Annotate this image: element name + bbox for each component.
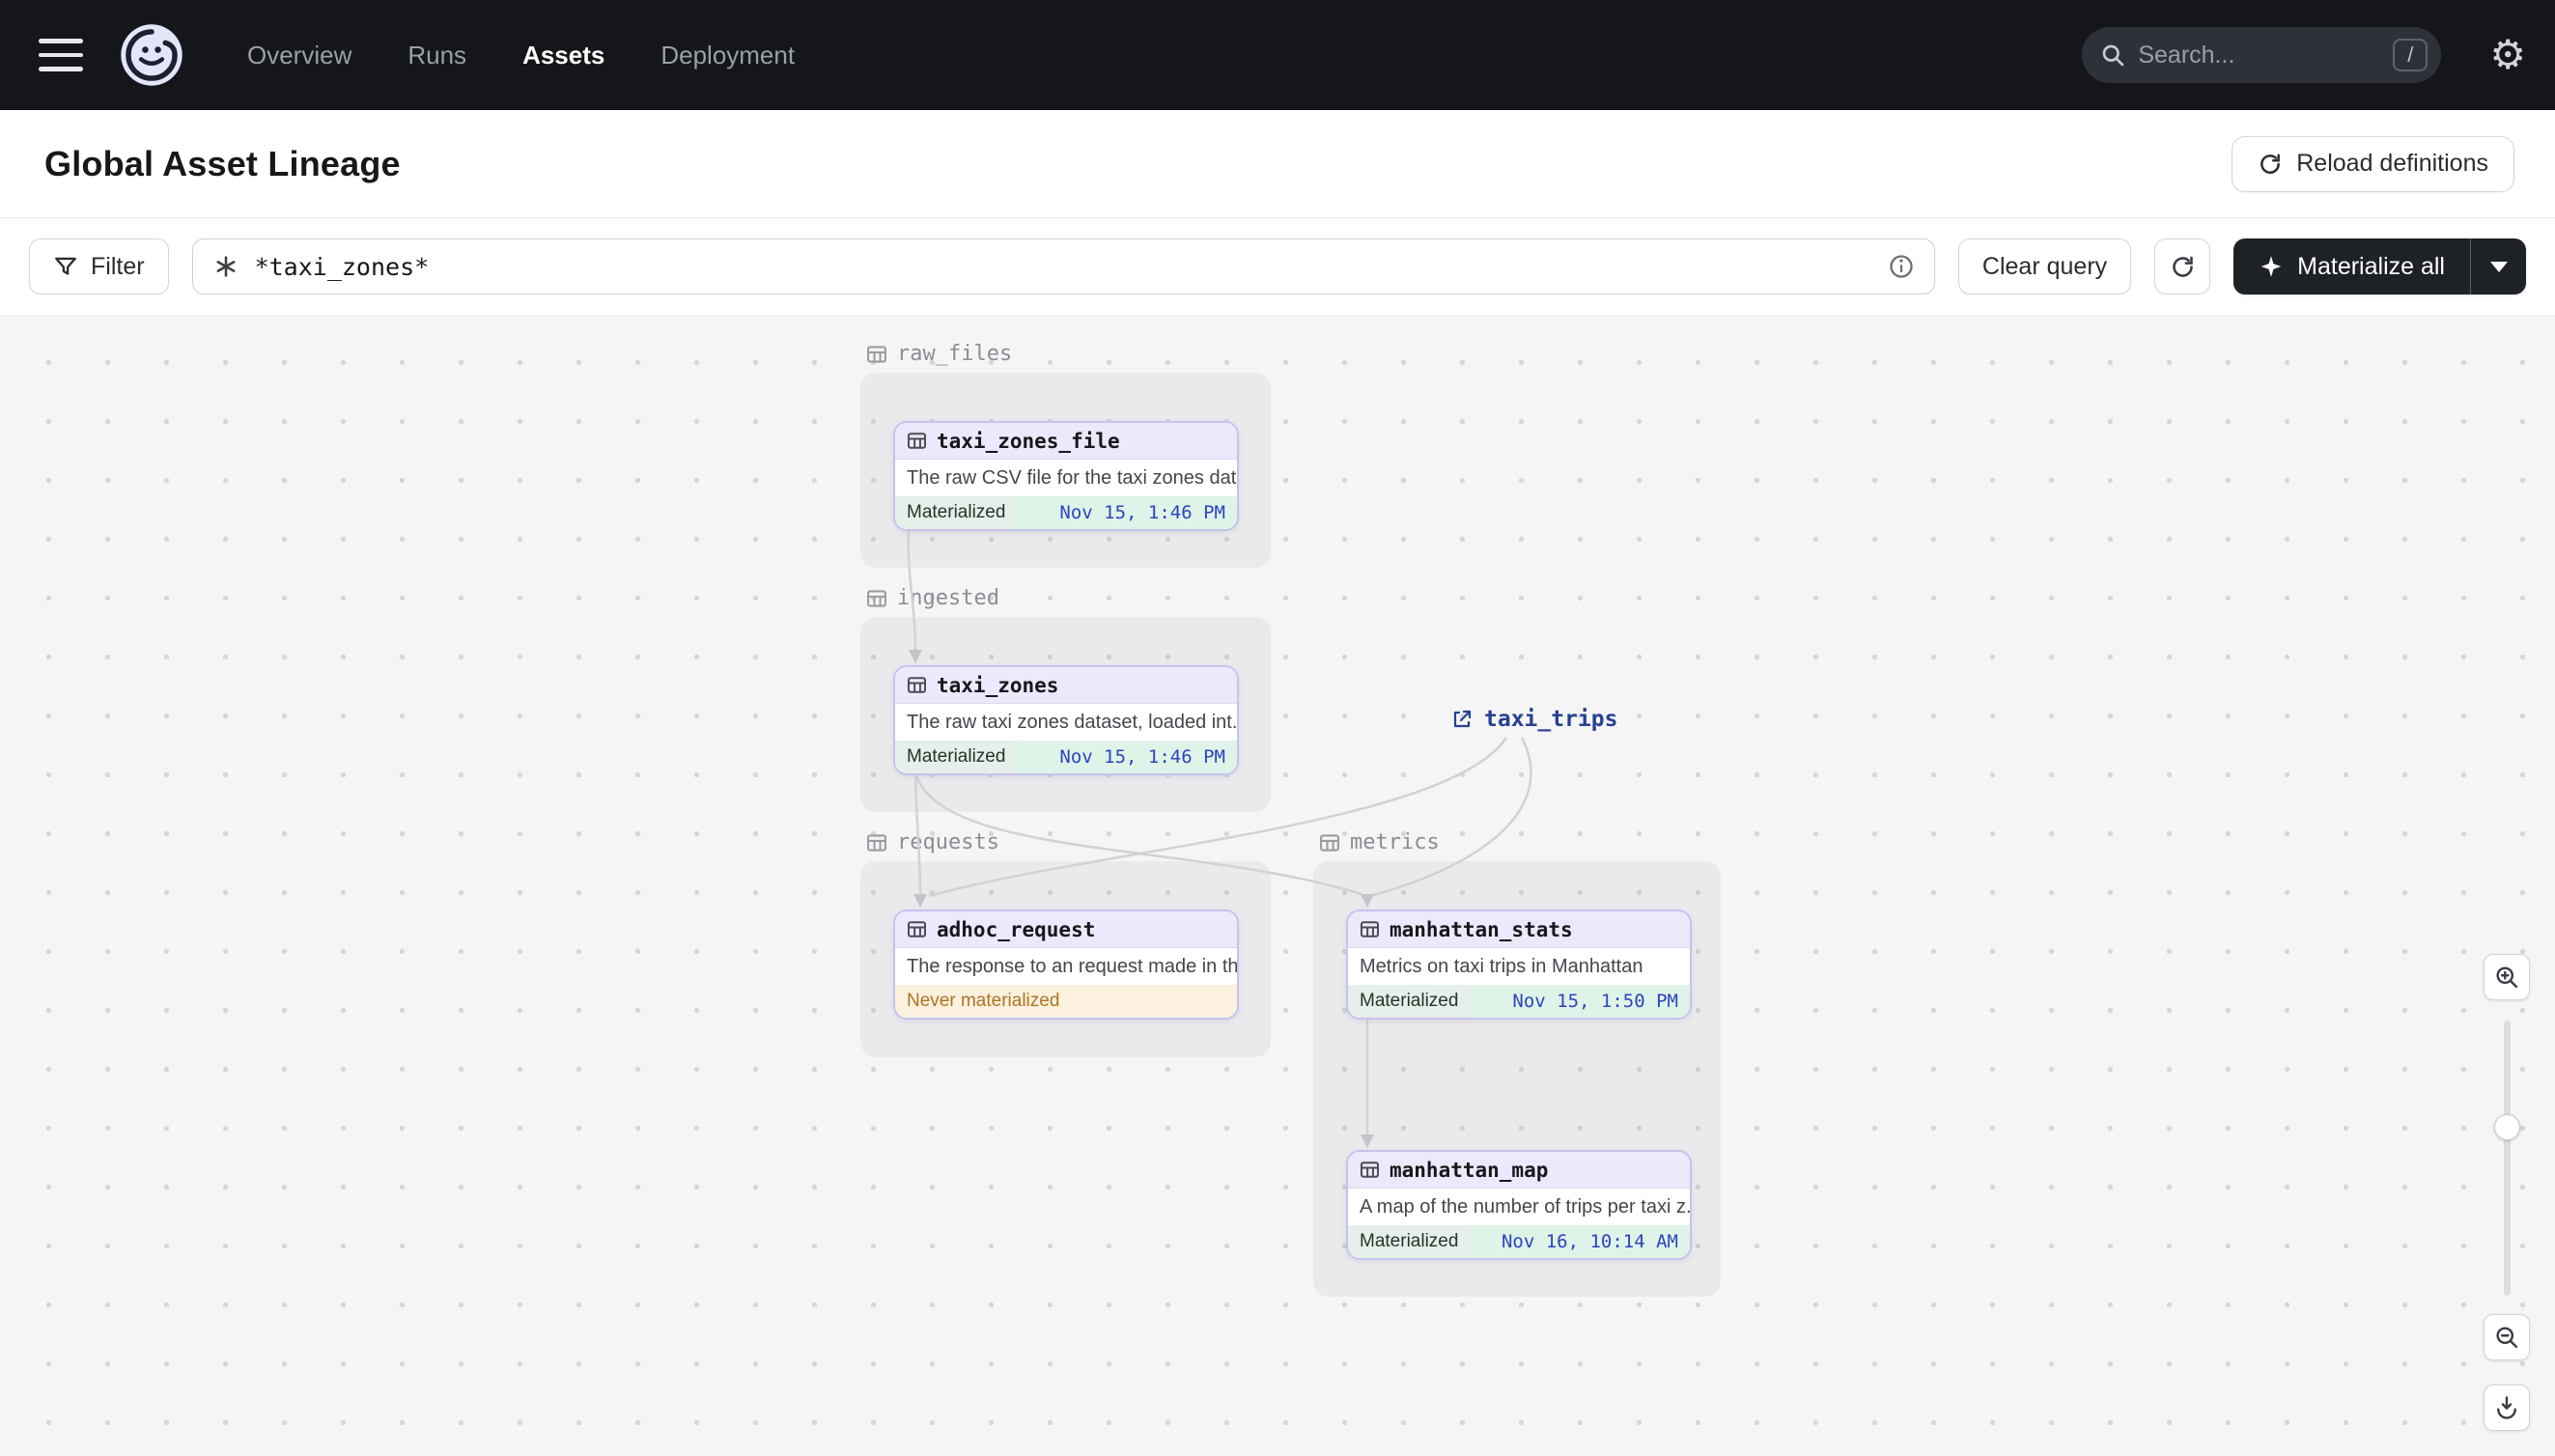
- menu-bar: [39, 52, 83, 58]
- materialize-all-split-button: Materialize all: [2233, 238, 2526, 294]
- asset-node-taxi_zones[interactable]: taxi_zones The raw taxi zones dataset, l…: [893, 665, 1239, 775]
- menu-icon[interactable]: [39, 39, 83, 71]
- sparkle-icon: [2260, 256, 2282, 277]
- search-input[interactable]: [2138, 41, 2382, 70]
- funnel-icon: [55, 257, 76, 275]
- edge-zones-to-stats: [913, 772, 1362, 896]
- menu-bar: [39, 67, 83, 71]
- asset-name: manhattan_map: [1390, 1158, 1549, 1182]
- table-grid-icon: [907, 677, 927, 693]
- lineage-canvas[interactable]: raw_files ingested requests metrics taxi…: [0, 315, 2555, 1456]
- refresh-button[interactable]: [2154, 238, 2211, 294]
- asset-node-header: adhoc_request: [895, 911, 1237, 948]
- asset-description: A map of the number of trips per taxi z.…: [1360, 1195, 1690, 1218]
- lineage-edges: [907, 528, 1532, 1148]
- status-badge: Materialized: [895, 741, 1018, 773]
- external-asset-taxi_trips[interactable]: taxi_trips: [1450, 707, 1617, 732]
- asset-node-header: taxi_zones_file: [895, 423, 1237, 460]
- zoom-in-icon: [2496, 966, 2518, 989]
- filter-button[interactable]: Filter: [29, 238, 169, 294]
- materialization-timestamp[interactable]: Nov 16, 10:14 AM: [1470, 1225, 1690, 1258]
- zoom-slider-handle[interactable]: [2494, 1114, 2520, 1140]
- asset-status-row: Never materialized: [895, 985, 1237, 1018]
- asset-description: The raw taxi zones dataset, loaded int..…: [907, 711, 1237, 733]
- reload-icon: [2260, 154, 2281, 174]
- materialization-timestamp[interactable]: Nov 15, 1:46 PM: [1017, 741, 1237, 773]
- asset-description: Metrics on taxi trips in Manhattan: [1360, 955, 1643, 977]
- asset-name: adhoc_request: [937, 917, 1096, 941]
- zoom-slider-track[interactable]: [2504, 1021, 2511, 1296]
- status-badge: Never materialized: [895, 985, 1237, 1018]
- nav-item-deployment[interactable]: Deployment: [660, 41, 795, 70]
- clear-query-button[interactable]: Clear query: [1957, 238, 2132, 294]
- asset-status-row: Materialized Nov 15, 1:46 PM: [895, 496, 1237, 529]
- asset-status-row: Materialized Nov 15, 1:50 PM: [1348, 985, 1690, 1018]
- status-badge: Materialized: [895, 496, 1018, 529]
- asset-node-taxi_zones_file[interactable]: taxi_zones_file The raw CSV file for the…: [893, 421, 1239, 531]
- filter-label: Filter: [91, 252, 145, 280]
- materialize-all-label: Materialize all: [2297, 252, 2445, 280]
- nav-item-assets[interactable]: Assets: [522, 41, 604, 70]
- status-badge: Materialized: [1348, 985, 1471, 1018]
- asset-selection-input-wrap: [191, 238, 1935, 294]
- asset-name: taxi_zones_file: [937, 429, 1120, 453]
- asset-status-row: Materialized Nov 15, 1:46 PM: [895, 741, 1237, 773]
- asset-node-manhattan_stats[interactable]: manhattan_stats Metrics on taxi trips in…: [1346, 910, 1692, 1020]
- table-grid-icon: [1360, 1162, 1380, 1178]
- materialization-timestamp[interactable]: Nov 15, 1:46 PM: [1017, 496, 1237, 529]
- primary-nav: Overview Runs Assets Deployment: [247, 41, 795, 70]
- search-icon: [2103, 44, 2124, 67]
- table-grid-icon: [907, 921, 927, 938]
- materialization-timestamp[interactable]: Nov 15, 1:50 PM: [1470, 985, 1690, 1018]
- asset-status-row: Materialized Nov 16, 10:14 AM: [1348, 1225, 1690, 1258]
- asset-node-adhoc_request[interactable]: adhoc_request The response to an request…: [893, 910, 1239, 1020]
- search-shortcut-badge: /: [2393, 38, 2429, 72]
- asset-selection-input[interactable]: [254, 252, 1872, 281]
- nav-item-runs[interactable]: Runs: [407, 41, 466, 70]
- external-asset-name: taxi_trips: [1484, 707, 1618, 732]
- asset-description: The response to an request made in th...: [907, 955, 1237, 977]
- page-title: Global Asset Lineage: [44, 143, 401, 183]
- reload-definitions-label: Reload definitions: [2296, 150, 2488, 177]
- lineage-toolbar: Filter Clear query Materialize all: [0, 218, 2555, 315]
- table-grid-icon: [907, 433, 927, 449]
- global-search[interactable]: /: [2082, 27, 2442, 83]
- top-navbar: Overview Runs Assets Deployment / ⚙: [0, 0, 2555, 110]
- asset-description: The raw CSV file for the taxi zones dat.…: [907, 466, 1237, 489]
- external-link-icon: [1453, 710, 1472, 728]
- zoom-out-button[interactable]: [2484, 1314, 2530, 1360]
- nav-item-overview[interactable]: Overview: [247, 41, 351, 70]
- edge-file-to-zones: [907, 528, 917, 651]
- status-badge: Materialized: [1348, 1225, 1471, 1258]
- dagster-logo-icon[interactable]: [118, 21, 185, 89]
- asset-node-manhattan_map[interactable]: manhattan_map A map of the number of tri…: [1346, 1150, 1692, 1260]
- asset-name: manhattan_stats: [1390, 917, 1573, 941]
- page-header: Global Asset Lineage Reload definitions: [0, 110, 2555, 218]
- chevron-down-icon: [2489, 261, 2508, 272]
- edge-zones-to-adhoc: [913, 772, 922, 895]
- zoom-in-button[interactable]: [2484, 954, 2530, 1000]
- edge-trips-to-stats: [1372, 737, 1532, 897]
- info-icon[interactable]: [1888, 253, 1915, 280]
- zoom-out-icon: [2496, 1327, 2518, 1349]
- selector-icon: [216, 256, 236, 277]
- reload-definitions-button[interactable]: Reload definitions: [2232, 135, 2514, 192]
- materialize-dropdown-button[interactable]: [2470, 238, 2526, 294]
- download-button[interactable]: [2484, 1385, 2530, 1431]
- materialize-all-button[interactable]: Materialize all: [2233, 238, 2470, 294]
- asset-name: taxi_zones: [937, 673, 1059, 697]
- menu-bar: [39, 39, 83, 43]
- asset-node-header: taxi_zones: [895, 667, 1237, 704]
- clear-query-label: Clear query: [1981, 252, 2108, 280]
- download-icon: [2497, 1396, 2516, 1419]
- settings-gear-icon[interactable]: ⚙: [2489, 35, 2526, 75]
- refresh-icon: [2172, 256, 2193, 277]
- table-grid-icon: [1360, 921, 1380, 938]
- asset-node-header: manhattan_stats: [1348, 911, 1690, 948]
- asset-node-header: manhattan_map: [1348, 1152, 1690, 1189]
